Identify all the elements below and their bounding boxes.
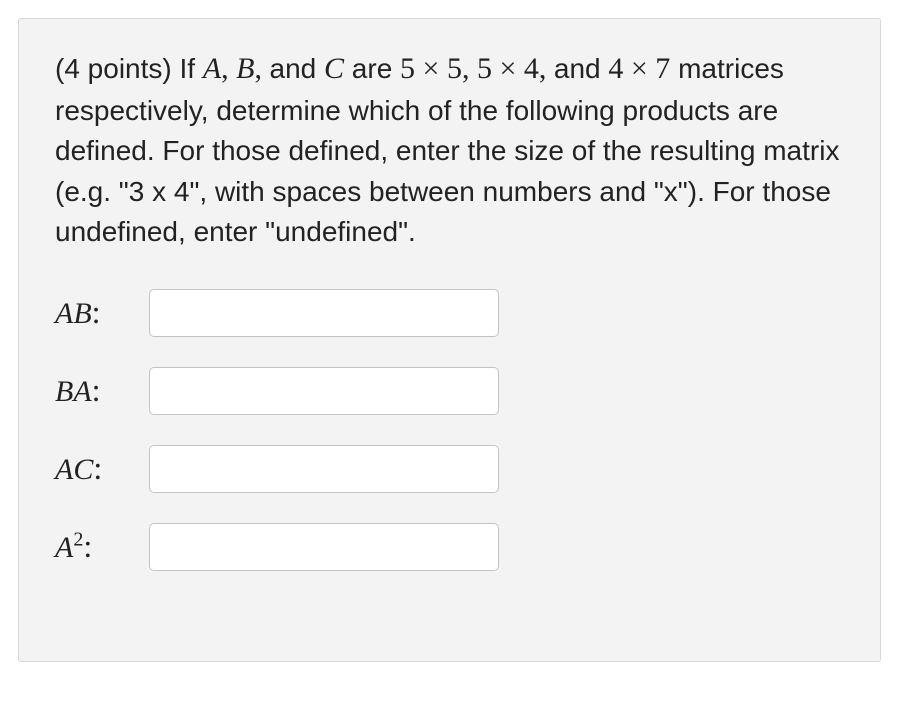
question-text: (4 points) If A, B, and C are 5 × 5, 5 ×… — [55, 47, 844, 253]
and2: and — [554, 53, 609, 84]
sep4: , — [539, 52, 554, 85]
var-c: C — [324, 52, 344, 85]
dim1: 5 × 5 — [400, 52, 462, 85]
question-container: (4 points) If A, B, and C are 5 × 5, 5 ×… — [18, 18, 881, 662]
sep3: , — [462, 52, 477, 85]
input-a2[interactable] — [149, 523, 499, 571]
label-ba: BA: — [55, 372, 149, 409]
label-ac: AC: — [55, 450, 149, 487]
label-a2: A2: — [55, 528, 149, 565]
answer-row-a2: A2: — [55, 523, 844, 571]
answer-row-ac: AC: — [55, 445, 844, 493]
are-text: are — [344, 53, 400, 84]
input-ac[interactable] — [149, 445, 499, 493]
points-text: (4 points) If — [55, 53, 203, 84]
label-ab: AB: — [55, 294, 149, 331]
var-b: B — [236, 52, 254, 85]
sep1: , — [221, 52, 236, 85]
and1: and — [270, 53, 325, 84]
dim3: 4 × 7 — [608, 52, 670, 85]
input-ba[interactable] — [149, 367, 499, 415]
answer-row-ab: AB: — [55, 289, 844, 337]
sep2: , — [255, 52, 270, 85]
var-a: A — [203, 52, 221, 85]
input-ab[interactable] — [149, 289, 499, 337]
dim2: 5 × 4 — [477, 52, 539, 85]
answer-row-ba: BA: — [55, 367, 844, 415]
